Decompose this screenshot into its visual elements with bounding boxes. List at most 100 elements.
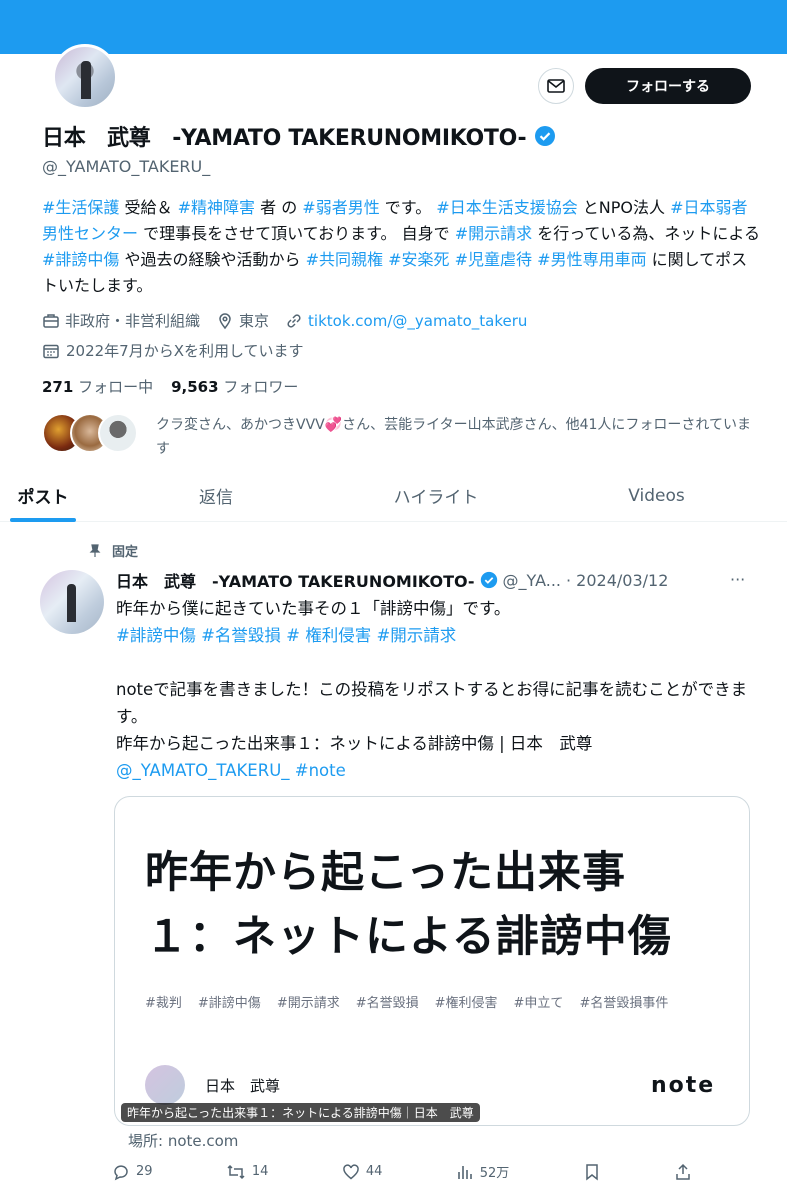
verified-badge-icon <box>535 126 556 146</box>
card-tag: #誹謗中傷 <box>197 996 261 1011</box>
post-avatar[interactable] <box>40 570 104 634</box>
card-author-avatar <box>145 1065 185 1105</box>
message-button[interactable] <box>538 68 574 104</box>
verified-badge-icon <box>480 571 497 589</box>
bio-text: とNPO法人 <box>577 198 671 217</box>
bio-hashtag[interactable]: #日本生活支援協会 <box>436 198 577 217</box>
bio-hashtag[interactable]: #誹謗中傷 <box>42 250 119 269</box>
followers-label: フォロワー <box>223 378 299 396</box>
website-link[interactable]: tiktok.com/@_yamato_takeru <box>308 312 527 330</box>
post-header: 日本 武尊 -YAMATO TAKERUNOMIKOTO- @_YA... · … <box>116 568 668 592</box>
post-body: 昨年から僕に起きていた事その１「誹謗中傷」です。 #誹謗中傷 #名誉毀損 # 権… <box>116 595 756 784</box>
website-item[interactable]: tiktok.com/@_yamato_takeru <box>285 312 527 330</box>
briefcase-icon <box>43 313 59 328</box>
post-text-line: 昨年から起こった出来事１：ネットによる誹謗中傷 | 日本 武尊 <box>116 734 593 753</box>
bio-text: で理事長をさせて頂いております。 自身で <box>138 224 455 243</box>
note-logo: note <box>651 1073 716 1098</box>
pinned-label: 固定 <box>88 541 138 560</box>
card-tag: #申立て <box>513 996 564 1011</box>
card-title-line: １：ネットによる誹謗中傷 <box>145 912 672 962</box>
post-hashtags[interactable]: #誹謗中傷 #名誉毀損 # 権利侵害 #開示請求 <box>116 622 756 649</box>
category-text: 非政府・非営利組織 <box>65 312 201 330</box>
post-actions: 29 14 44 52万 <box>112 1162 692 1181</box>
card-tag: #名誉毀損 <box>355 996 419 1011</box>
card-source[interactable]: 場所: note.com <box>128 1130 238 1151</box>
tab-videos[interactable]: Videos <box>526 470 787 521</box>
bio-hashtag[interactable]: #男性専用車両 <box>537 250 646 269</box>
post-mention-tags[interactable]: @_YAMATO_TAKERU_ #note <box>116 757 756 784</box>
bio-text: や過去の経験や活動から <box>119 250 306 269</box>
profile-meta: 非政府・非営利組織 東京 tiktok.com/@_yamato_takeru <box>42 310 527 331</box>
profile-avatar[interactable] <box>52 44 118 110</box>
tab-highlights[interactable]: ハイライト <box>346 470 526 521</box>
reply-count: 29 <box>136 1164 153 1179</box>
bio-hashtag[interactable]: #開示請求 <box>455 224 532 243</box>
mail-icon <box>547 79 565 93</box>
bio-text: を行っている為、ネットによる <box>532 224 760 243</box>
views-button[interactable]: 52万 <box>456 1162 510 1181</box>
tab-posts[interactable]: ポスト <box>0 470 86 522</box>
reply-icon <box>114 1164 128 1180</box>
bio-hashtag[interactable]: #精神障害 <box>178 198 255 217</box>
heart-icon <box>343 1163 359 1179</box>
card-tag: #開示請求 <box>276 996 340 1011</box>
profile-bio: #生活保護 受給＆ #精神障害 者 の #弱者男性 です。 #日本生活支援協会 … <box>42 195 762 299</box>
bookmark-button[interactable] <box>583 1162 601 1181</box>
share-icon <box>676 1163 690 1180</box>
bio-hashtag[interactable]: #安楽死 <box>388 250 449 269</box>
bio-hashtag[interactable]: #児童虐待 <box>455 250 532 269</box>
profile-tabs: ポスト 返信 ハイライト Videos <box>0 470 787 522</box>
card-author-name: 日本 武尊 <box>205 1077 281 1095</box>
tab-replies[interactable]: 返信 <box>86 470 346 521</box>
followers-count: 9,563 <box>171 378 219 396</box>
like-button[interactable]: 44 <box>342 1162 383 1181</box>
post-text-line: noteで記事を書きました！この投稿をリポストするとお得に記事を読むことができま… <box>116 680 748 726</box>
followed-by-text: クラ変さん、あかつきVVV💞さん、芸能ライター山本武彦さん、他41人にフォローさ… <box>156 417 751 457</box>
link-preview-card[interactable]: 昨年から起こった出来事 １：ネットによる誹謗中傷 #裁判 #誹謗中傷 #開示請求 #名… <box>114 796 750 1126</box>
view-count: 52万 <box>479 1166 510 1181</box>
card-caption-overlay: 昨年から起こった出来事１：ネットによる誹謗中傷｜日本 武尊 <box>121 1103 480 1122</box>
more-options-icon[interactable]: ··· <box>730 570 745 589</box>
joined-row: 2022年7月からXを利用しています <box>42 340 304 361</box>
calendar-icon <box>43 344 59 358</box>
card-tags: #裁判 #誹謗中傷 #開示請求 #名誉毀損 #権利侵害 #申立て #名誉毀損事件 <box>145 992 668 1011</box>
location-text: 東京 <box>239 312 270 330</box>
post-date[interactable]: · 2024/03/12 <box>566 571 668 590</box>
following-count-link[interactable]: 271 フォロー中 <box>42 376 153 397</box>
followers-you-know[interactable]: クラ変さん、あかつきVVV💞さん、芸能ライター山本武彦さん、他41人にフォローさ… <box>42 413 756 461</box>
repost-icon <box>227 1164 245 1179</box>
following-label: フォロー中 <box>78 378 154 396</box>
bio-text: 者 の <box>255 198 303 217</box>
following-count: 271 <box>42 378 74 396</box>
post-author-handle[interactable]: @_YA... <box>503 571 561 590</box>
bio-hashtag[interactable]: #共同親権 <box>306 250 383 269</box>
post-author-name[interactable]: 日本 武尊 -YAMATO TAKERUNOMIKOTO- <box>116 568 475 592</box>
share-button[interactable] <box>674 1162 692 1181</box>
joined-text: 2022年7月からXを利用しています <box>66 342 304 360</box>
reply-button[interactable]: 29 <box>112 1162 153 1181</box>
bio-text: 受給＆ <box>119 198 178 217</box>
bio-text: です。 <box>379 198 437 217</box>
card-tag: #権利侵害 <box>434 996 498 1011</box>
follower-avatar <box>98 413 138 453</box>
pin-icon <box>89 543 101 557</box>
follow-button[interactable]: フォローする <box>585 68 751 104</box>
views-chart-icon <box>457 1165 472 1179</box>
card-title: 昨年から起こった出来事 １：ネットによる誹謗中傷 <box>145 841 672 969</box>
card-tag: #名誉毀損事件 <box>579 996 669 1011</box>
post-text-line: 昨年から僕に起きていた事その１「誹謗中傷」です。 <box>116 599 511 618</box>
followers-count-link[interactable]: 9,563 フォロワー <box>171 376 298 397</box>
card-title-line: 昨年から起こった出来事 <box>145 848 626 898</box>
follow-counts: 271 フォロー中 9,563 フォロワー <box>42 376 298 397</box>
profile-banner <box>0 0 787 54</box>
card-tag: #裁判 <box>145 996 182 1011</box>
location-item: 東京 <box>216 310 269 331</box>
repost-button[interactable]: 14 <box>226 1162 269 1181</box>
category-item: 非政府・非営利組織 <box>42 310 200 331</box>
profile-name-row: 日本 武尊 -YAMATO TAKERUNOMIKOTO- <box>42 120 556 152</box>
repost-count: 14 <box>251 1164 269 1179</box>
location-pin-icon <box>219 312 231 329</box>
bio-hashtag[interactable]: #生活保護 <box>42 198 119 217</box>
bio-hashtag[interactable]: #弱者男性 <box>302 198 379 217</box>
like-count: 44 <box>365 1164 383 1179</box>
